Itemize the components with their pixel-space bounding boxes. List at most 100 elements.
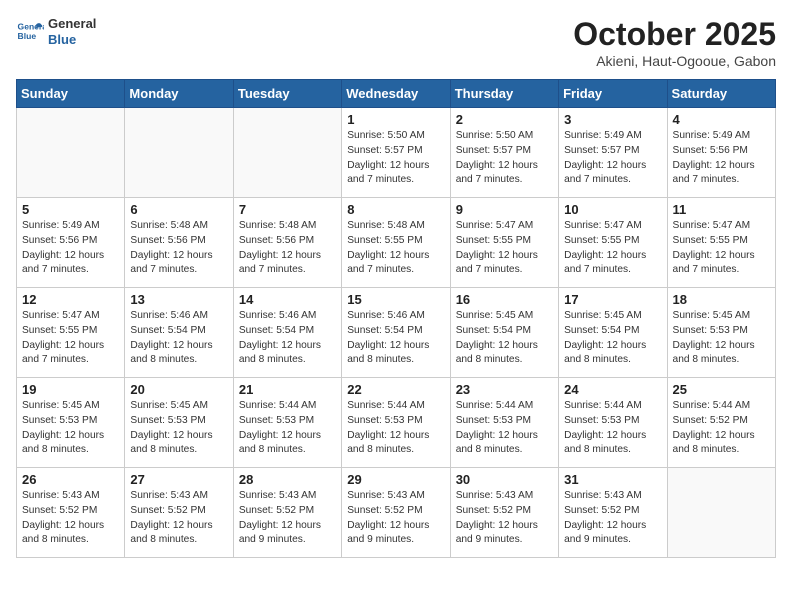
calendar-cell: 7 Sunrise: 5:48 AM Sunset: 5:56 PM Daylig… <box>233 198 341 288</box>
calendar-cell <box>125 108 233 198</box>
calendar-cell: 29 Sunrise: 5:43 AM Sunset: 5:52 PM Dayli… <box>342 468 450 558</box>
calendar-cell: 21Sunrise: 5:44 AM Sunset: 5:53 PM Dayli… <box>233 378 341 468</box>
day-info: Sunrise: 5:45 AM Sunset: 5:53 PM Dayligh… <box>130 399 227 458</box>
weekday-header-thursday: Thursday <box>450 80 558 108</box>
day-number: 11 <box>673 202 770 217</box>
calendar-table: SundayMondayTuesdayWednesdayThursdayFrid… <box>16 79 776 558</box>
calendar-cell: 13 Sunrise: 5:46 AM Sunset: 5:54 PM Dayli… <box>125 288 233 378</box>
day-info: Sunrise: 5:50 AM Sunset: 5:57 PM Dayligh… <box>347 129 444 188</box>
calendar-cell <box>667 468 775 558</box>
day-number: 16 <box>456 292 553 307</box>
day-number: 5 <box>22 202 119 217</box>
day-info: Sunrise: 5:47 AM Sunset: 5:55 PM Dayligh… <box>673 219 770 278</box>
logo-icon: General Blue <box>16 18 44 46</box>
day-number: 31 <box>564 472 661 487</box>
day-info: Sunrise: 5:49 AM Sunset: 5:57 PM Dayligh… <box>564 129 661 188</box>
weekday-header-friday: Friday <box>559 80 667 108</box>
day-number: 10 <box>564 202 661 217</box>
calendar-cell: 11 Sunrise: 5:47 AM Sunset: 5:55 PM Dayli… <box>667 198 775 288</box>
day-number: 29 <box>347 472 444 487</box>
calendar-cell: 20 Sunrise: 5:45 AM Sunset: 5:53 PM Dayli… <box>125 378 233 468</box>
calendar-cell: 8Sunrise: 5:48 AM Sunset: 5:55 PM Daylig… <box>342 198 450 288</box>
day-info: Sunrise: 5:43 AM Sunset: 5:52 PM Dayligh… <box>239 489 336 548</box>
calendar-cell: 19Sunrise: 5:45 AM Sunset: 5:53 PM Dayli… <box>17 378 125 468</box>
day-info: Sunrise: 5:49 AM Sunset: 5:56 PM Dayligh… <box>673 129 770 188</box>
weekday-header-sunday: Sunday <box>17 80 125 108</box>
calendar-cell: 30 Sunrise: 5:43 AM Sunset: 5:52 PM Dayli… <box>450 468 558 558</box>
day-info: Sunrise: 5:45 AM Sunset: 5:53 PM Dayligh… <box>673 309 770 368</box>
day-number: 25 <box>673 382 770 397</box>
calendar-cell: 23 Sunrise: 5:44 AM Sunset: 5:53 PM Dayli… <box>450 378 558 468</box>
day-number: 26 <box>22 472 119 487</box>
day-number: 20 <box>130 382 227 397</box>
day-number: 21 <box>239 382 336 397</box>
day-number: 14 <box>239 292 336 307</box>
calendar-cell: 1 Sunrise: 5:50 AM Sunset: 5:57 PM Daylig… <box>342 108 450 198</box>
calendar-cell <box>17 108 125 198</box>
week-row-4: 19Sunrise: 5:45 AM Sunset: 5:53 PM Dayli… <box>17 378 776 468</box>
day-number: 13 <box>130 292 227 307</box>
weekday-header-row: SundayMondayTuesdayWednesdayThursdayFrid… <box>17 80 776 108</box>
location: Akieni, Haut-Ogooue, Gabon <box>573 53 776 69</box>
calendar-cell: 27Sunrise: 5:43 AM Sunset: 5:52 PM Dayli… <box>125 468 233 558</box>
svg-text:Blue: Blue <box>18 31 37 41</box>
day-number: 6 <box>130 202 227 217</box>
day-info: Sunrise: 5:46 AM Sunset: 5:54 PM Dayligh… <box>130 309 227 368</box>
day-number: 22 <box>347 382 444 397</box>
weekday-header-monday: Monday <box>125 80 233 108</box>
calendar-cell: 9 Sunrise: 5:47 AM Sunset: 5:55 PM Daylig… <box>450 198 558 288</box>
day-info: Sunrise: 5:43 AM Sunset: 5:52 PM Dayligh… <box>347 489 444 548</box>
day-info: Sunrise: 5:45 AM Sunset: 5:54 PM Dayligh… <box>564 309 661 368</box>
day-number: 28 <box>239 472 336 487</box>
day-info: Sunrise: 5:46 AM Sunset: 5:54 PM Dayligh… <box>347 309 444 368</box>
week-row-3: 12Sunrise: 5:47 AM Sunset: 5:55 PM Dayli… <box>17 288 776 378</box>
week-row-5: 26 Sunrise: 5:43 AM Sunset: 5:52 PM Dayli… <box>17 468 776 558</box>
calendar-cell: 6 Sunrise: 5:48 AM Sunset: 5:56 PM Daylig… <box>125 198 233 288</box>
day-info: Sunrise: 5:44 AM Sunset: 5:52 PM Dayligh… <box>673 399 770 458</box>
day-info: Sunrise: 5:43 AM Sunset: 5:52 PM Dayligh… <box>564 489 661 548</box>
page-header: General Blue General Blue October 2025 A… <box>16 16 776 69</box>
day-number: 7 <box>239 202 336 217</box>
calendar-cell: 14 Sunrise: 5:46 AM Sunset: 5:54 PM Dayli… <box>233 288 341 378</box>
day-info: Sunrise: 5:47 AM Sunset: 5:55 PM Dayligh… <box>456 219 553 278</box>
calendar-cell: 3 Sunrise: 5:49 AM Sunset: 5:57 PM Daylig… <box>559 108 667 198</box>
day-number: 1 <box>347 112 444 127</box>
day-number: 30 <box>456 472 553 487</box>
day-number: 2 <box>456 112 553 127</box>
month-title: October 2025 <box>573 16 776 53</box>
day-info: Sunrise: 5:44 AM Sunset: 5:53 PM Dayligh… <box>456 399 553 458</box>
day-info: Sunrise: 5:43 AM Sunset: 5:52 PM Dayligh… <box>456 489 553 548</box>
calendar-cell: 16Sunrise: 5:45 AM Sunset: 5:54 PM Dayli… <box>450 288 558 378</box>
day-number: 4 <box>673 112 770 127</box>
day-info: Sunrise: 5:48 AM Sunset: 5:55 PM Dayligh… <box>347 219 444 278</box>
calendar-cell: 24Sunrise: 5:44 AM Sunset: 5:53 PM Dayli… <box>559 378 667 468</box>
weekday-header-tuesday: Tuesday <box>233 80 341 108</box>
calendar-cell: 18 Sunrise: 5:45 AM Sunset: 5:53 PM Dayli… <box>667 288 775 378</box>
calendar-cell: 4 Sunrise: 5:49 AM Sunset: 5:56 PM Daylig… <box>667 108 775 198</box>
day-number: 24 <box>564 382 661 397</box>
weekday-header-saturday: Saturday <box>667 80 775 108</box>
day-number: 17 <box>564 292 661 307</box>
calendar-cell: 22 Sunrise: 5:44 AM Sunset: 5:53 PM Dayli… <box>342 378 450 468</box>
day-info: Sunrise: 5:48 AM Sunset: 5:56 PM Dayligh… <box>130 219 227 278</box>
week-row-1: 1 Sunrise: 5:50 AM Sunset: 5:57 PM Daylig… <box>17 108 776 198</box>
day-number: 15 <box>347 292 444 307</box>
day-info: Sunrise: 5:48 AM Sunset: 5:56 PM Dayligh… <box>239 219 336 278</box>
day-number: 9 <box>456 202 553 217</box>
day-number: 18 <box>673 292 770 307</box>
day-info: Sunrise: 5:50 AM Sunset: 5:57 PM Dayligh… <box>456 129 553 188</box>
weekday-header-wednesday: Wednesday <box>342 80 450 108</box>
calendar-cell: 12Sunrise: 5:47 AM Sunset: 5:55 PM Dayli… <box>17 288 125 378</box>
day-info: Sunrise: 5:44 AM Sunset: 5:53 PM Dayligh… <box>347 399 444 458</box>
day-info: Sunrise: 5:49 AM Sunset: 5:56 PM Dayligh… <box>22 219 119 278</box>
calendar-cell: 2 Sunrise: 5:50 AM Sunset: 5:57 PM Daylig… <box>450 108 558 198</box>
day-info: Sunrise: 5:47 AM Sunset: 5:55 PM Dayligh… <box>564 219 661 278</box>
day-info: Sunrise: 5:47 AM Sunset: 5:55 PM Dayligh… <box>22 309 119 368</box>
day-number: 23 <box>456 382 553 397</box>
title-block: October 2025 Akieni, Haut-Ogooue, Gabon <box>573 16 776 69</box>
calendar-cell: 31 Sunrise: 5:43 AM Sunset: 5:52 PM Dayli… <box>559 468 667 558</box>
day-info: Sunrise: 5:46 AM Sunset: 5:54 PM Dayligh… <box>239 309 336 368</box>
calendar-cell <box>233 108 341 198</box>
day-number: 3 <box>564 112 661 127</box>
calendar-cell: 15 Sunrise: 5:46 AM Sunset: 5:54 PM Dayli… <box>342 288 450 378</box>
